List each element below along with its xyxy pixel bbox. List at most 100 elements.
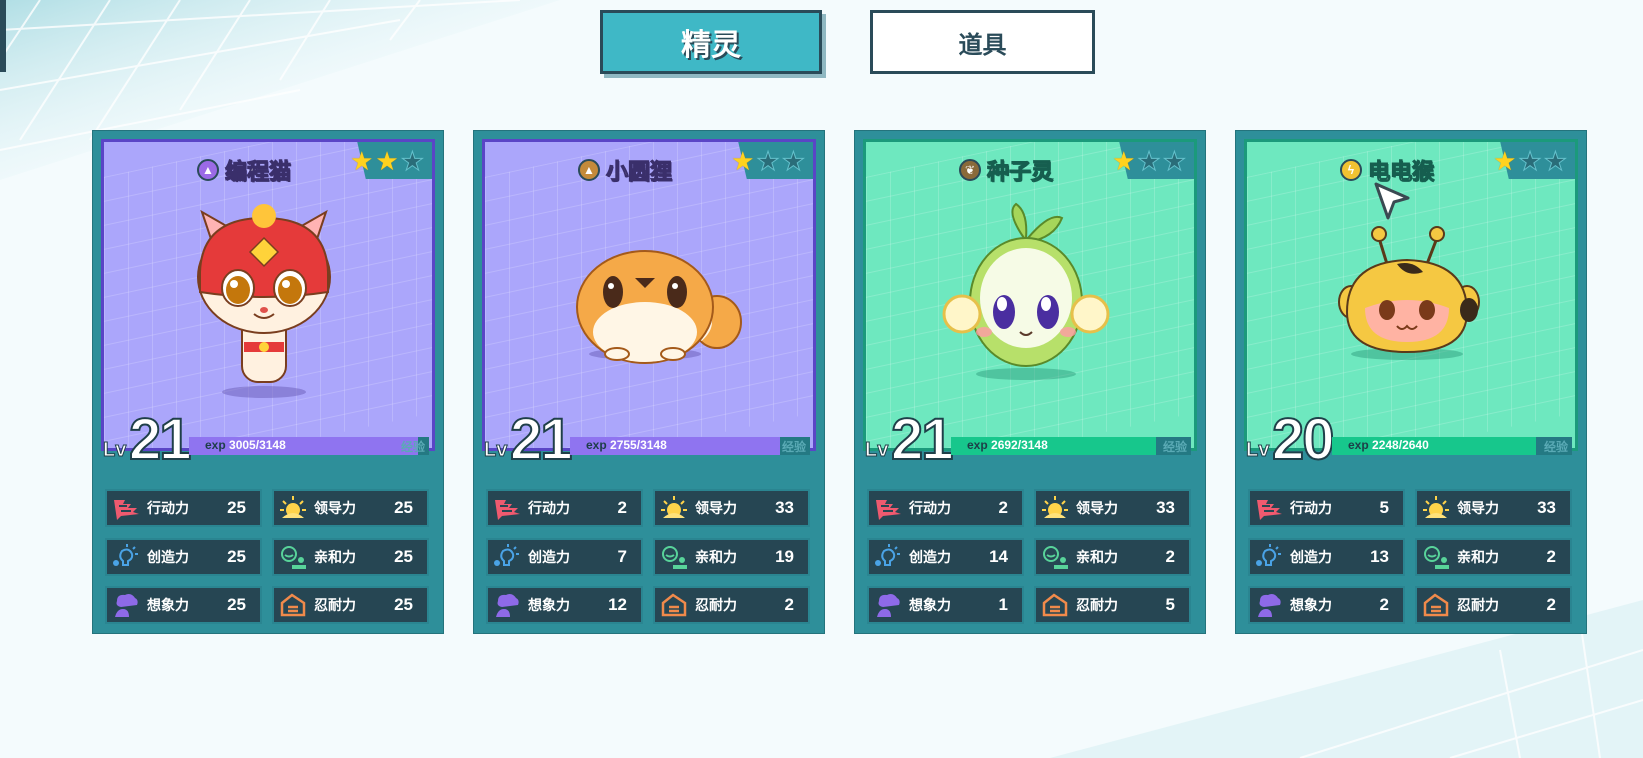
- stat-label: 领导力: [1076, 500, 1118, 516]
- stat-value: 33: [1156, 498, 1175, 517]
- stat-label: 领导力: [1457, 500, 1499, 516]
- stat-label: 亲和力: [1457, 548, 1499, 565]
- affinity-icon: [1040, 543, 1070, 571]
- stat-value: 13: [1370, 546, 1389, 566]
- stat-value: 25: [394, 595, 413, 615]
- stat-endurance: 忍耐力 2: [653, 586, 810, 625]
- exp-tag: 经验: [1543, 440, 1568, 454]
- stat-value: 25: [394, 546, 413, 566]
- stat-creativity: 创造力 25: [105, 537, 262, 576]
- stat-label: 忍耐力: [1076, 597, 1118, 614]
- card-portrait: ★ ★ ★ ▲ 编程猫: [101, 139, 435, 451]
- stat-label: 创造力: [909, 548, 951, 565]
- creature-seedling-icon: [942, 202, 1110, 380]
- leadership-icon: [659, 494, 689, 522]
- exp-tag: 经验: [400, 440, 425, 454]
- stat-leadership: 领导力 33: [1415, 489, 1572, 527]
- stat-value: 19: [775, 546, 794, 566]
- stat-endurance: 忍耐力 25: [272, 586, 429, 625]
- sprite-card[interactable]: ★ ★ ★ ▲ 编程猫 Lv 21 exp 3005/3148 经验 行动力 25: [92, 130, 444, 634]
- lightning-icon: ϟ: [1339, 159, 1362, 181]
- stat-affinity: 亲和力 25: [272, 537, 429, 576]
- stat-label: 想象力: [528, 597, 570, 614]
- level-prefix: Lv: [1245, 439, 1270, 462]
- exp-max: /3148: [255, 438, 286, 452]
- exp-text: exp 2248/2640: [1348, 438, 1429, 452]
- exp-tag: 经验: [781, 440, 806, 454]
- stat-value: 2: [1546, 546, 1556, 566]
- stat-label: 想象力: [909, 597, 951, 614]
- level-row: Lv 20 exp 2248/2640 经验: [1244, 408, 1578, 472]
- creativity-icon: [1254, 543, 1284, 571]
- level-prefix: Lv: [864, 439, 889, 462]
- stat-affinity: 亲和力 19: [653, 537, 810, 576]
- affinity-icon: [659, 543, 689, 571]
- stat-value: 2: [998, 498, 1008, 517]
- stat-endurance: 忍耐力 5: [1034, 586, 1191, 625]
- stat-value: 5: [1165, 595, 1175, 615]
- stat-label: 忍耐力: [314, 597, 356, 614]
- stat-label: 领导力: [314, 500, 356, 516]
- affinity-icon: [1421, 543, 1451, 571]
- stat-label: 亲和力: [695, 548, 737, 565]
- stat-action: 行动力 2: [867, 489, 1024, 527]
- stat-label: 行动力: [147, 500, 189, 516]
- stat-value: 7: [617, 546, 627, 566]
- endurance-icon: [1421, 591, 1451, 619]
- level-number: 21: [890, 407, 954, 472]
- stat-leadership: 领导力 25: [272, 489, 429, 527]
- creativity-icon: [492, 543, 522, 571]
- exp-bar: exp 2755/3148 经验: [570, 437, 810, 455]
- exp-max: /2640: [1398, 438, 1429, 452]
- stat-value: 12: [608, 595, 627, 615]
- creativity-icon: [111, 543, 141, 571]
- stat-imagination: 想象力 12: [486, 586, 643, 625]
- stat-creativity: 创造力 13: [1248, 537, 1405, 576]
- stat-label: 行动力: [1290, 500, 1332, 516]
- imagination-icon: [492, 591, 522, 619]
- exp-text: exp 2692/3148: [967, 438, 1048, 452]
- stat-label: 创造力: [528, 548, 570, 565]
- stat-label: 创造力: [147, 548, 189, 565]
- stats-grid: 行动力 2 领导力 33 创造力 14 亲和力 2 想象力 1 忍耐力 5: [867, 489, 1197, 625]
- stat-endurance: 忍耐力 2: [1415, 586, 1572, 625]
- exp-text: exp 2755/3148: [586, 438, 667, 452]
- stat-value: 14: [989, 546, 1008, 566]
- sprite-card[interactable]: ★★★ ❦ 种子灵 Lv 21 exp 2692/3148 经验 行动力 2: [854, 130, 1206, 634]
- action-icon: [492, 494, 522, 522]
- stat-value: 2: [1546, 595, 1556, 615]
- exp-text: exp 3005/3148: [205, 438, 286, 452]
- exp-tag: 经验: [1162, 440, 1187, 454]
- sprite-card[interactable]: ★★★ ▲ 小圆狸 Lv 21 exp 2755/3148 经验 行动力 2: [473, 130, 825, 634]
- stat-label: 行动力: [528, 500, 570, 516]
- mountain-icon: ▲: [577, 159, 600, 181]
- endurance-icon: [659, 591, 689, 619]
- stat-label: 创造力: [1290, 548, 1332, 565]
- stats-grid: 行动力 25 领导力 25 创造力 25 亲和力 25 想象力 25 忍耐力 2…: [105, 489, 435, 625]
- card-header: ▲ 编程猫: [104, 154, 384, 186]
- star-empty-icon: ★: [400, 146, 424, 176]
- stat-imagination: 想象力 2: [1248, 586, 1405, 625]
- action-icon: [1254, 494, 1284, 522]
- level-number: 21: [509, 407, 573, 472]
- creature-raccoon-icon: [576, 250, 742, 364]
- tab-sprites[interactable]: 精灵: [600, 10, 822, 74]
- exp-current: 2692: [991, 438, 1018, 452]
- stat-value: 1: [998, 595, 1008, 615]
- stats-grid: 行动力 2 领导力 33 创造力 7 亲和力 19 想象力 12 忍耐力 2: [486, 489, 816, 625]
- stat-affinity: 亲和力 2: [1034, 537, 1191, 576]
- stat-leadership: 领导力 33: [1034, 489, 1191, 527]
- stat-value: 2: [1165, 546, 1175, 566]
- stat-action: 行动力 5: [1248, 489, 1405, 527]
- level-number: 20: [1271, 407, 1335, 472]
- affinity-icon: [278, 543, 308, 571]
- stat-value: 2: [617, 498, 627, 517]
- stat-label: 行动力: [909, 500, 951, 516]
- leadership-icon: [278, 494, 308, 522]
- action-icon: [111, 494, 141, 522]
- leadership-icon: [1040, 494, 1070, 522]
- triangle-icon: ▲: [196, 159, 219, 181]
- stat-creativity: 创造力 7: [486, 537, 643, 576]
- stat-label: 亲和力: [314, 548, 356, 565]
- tab-items[interactable]: 道具: [870, 10, 1095, 74]
